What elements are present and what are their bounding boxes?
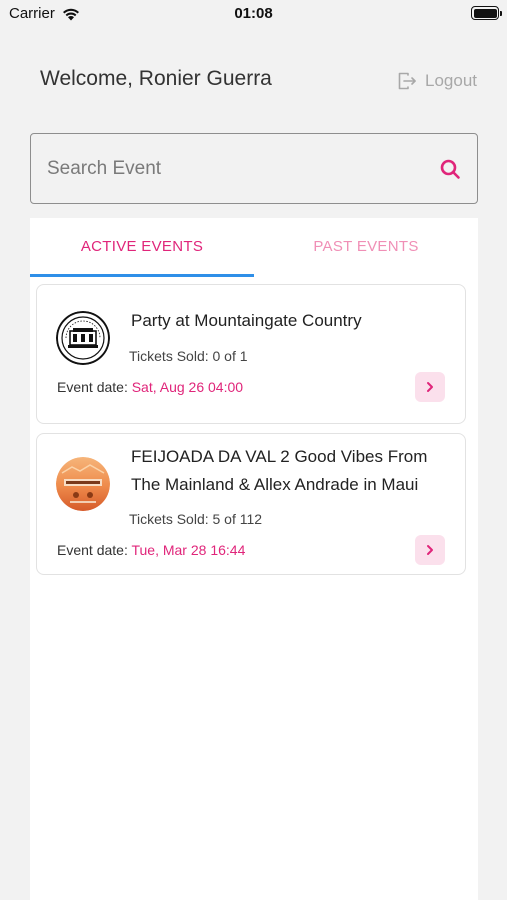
status-bar: Carrier 01:08 <box>0 0 507 28</box>
tab-past-events[interactable]: PAST EVENTS <box>254 218 478 277</box>
search-box <box>30 133 478 204</box>
welcome-text: Welcome, Ronier Guerra <box>40 67 272 90</box>
logout-label: Logout <box>425 71 477 90</box>
search-input[interactable] <box>47 157 439 180</box>
event-date: Event date: Tue, Mar 28 16:44 <box>57 542 245 558</box>
tickets-sold: Tickets Sold: 5 of 112 <box>129 511 263 527</box>
event-title: FEIJOADA DA VAL 2 Good Vibes From The Ma… <box>131 447 428 494</box>
chevron-right-icon <box>427 545 433 555</box>
tab-active-events[interactable]: ACTIVE EVENTS <box>30 218 254 277</box>
events-panel: ACTIVE EVENTS PAST EVENTS Party at Mount… <box>30 218 478 900</box>
active-tab-indicator <box>30 274 254 277</box>
battery-icon <box>471 6 502 20</box>
event-date-value: Tue, Mar 28 16:44 <box>131 542 246 558</box>
event-logo <box>56 311 110 365</box>
event-date: Event date: Sat, Aug 26 04:00 <box>57 379 243 395</box>
event-open-button[interactable] <box>415 372 445 402</box>
logout-button[interactable]: Logout <box>397 71 477 91</box>
event-open-button[interactable] <box>415 535 445 565</box>
logout-icon <box>398 72 416 90</box>
event-date-label: Event date: <box>57 542 128 558</box>
status-time: 01:08 <box>234 5 273 22</box>
event-logo <box>56 457 110 511</box>
header: Welcome, Ronier Guerra Logout <box>40 64 477 94</box>
event-card[interactable]: FEIJOADA DA VAL 2 Good Vibes From The Ma… <box>36 433 466 575</box>
search-icon[interactable] <box>439 158 461 180</box>
chevron-right-icon <box>427 382 433 392</box>
tickets-sold: Tickets Sold: 0 of 1 <box>129 348 248 364</box>
event-tabs: ACTIVE EVENTS PAST EVENTS <box>30 218 478 277</box>
event-card[interactable]: Party at Mountaingate Country Tickets So… <box>36 284 466 424</box>
event-title: Party at Mountaingate Country <box>131 311 362 330</box>
event-date-value: Sat, Aug 26 04:00 <box>131 379 244 395</box>
event-date-label: Event date: <box>57 379 128 395</box>
